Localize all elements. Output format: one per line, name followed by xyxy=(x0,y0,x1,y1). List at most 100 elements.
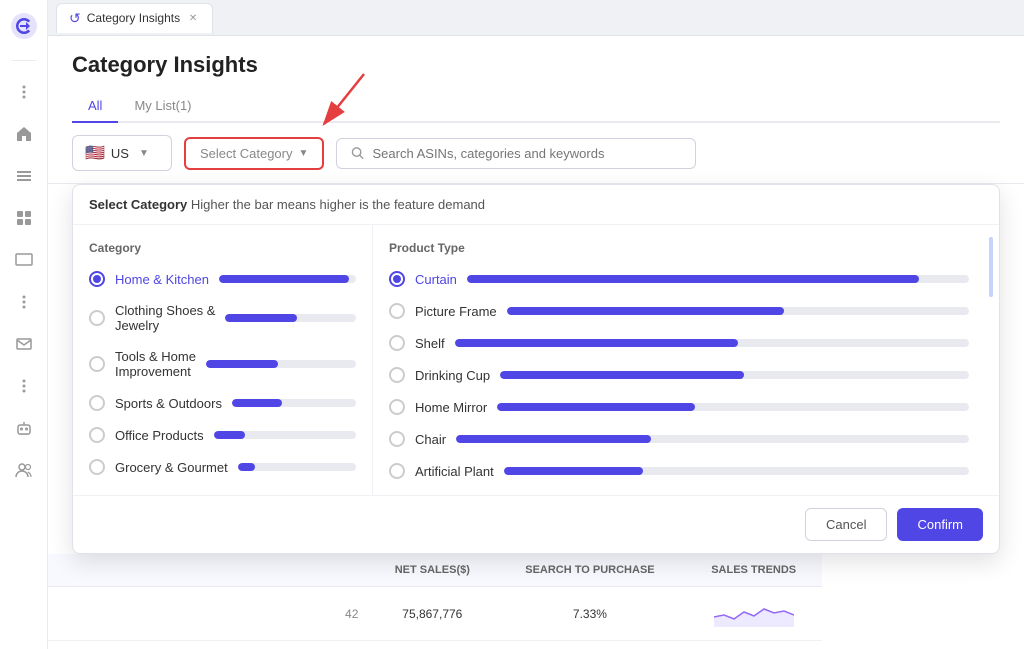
tab-all[interactable]: All xyxy=(72,90,118,123)
product-type-picture-frame[interactable]: Picture Frame xyxy=(373,295,985,327)
product-type-curtain[interactable]: Curtain xyxy=(373,263,985,295)
dropdown-columns: Category Home & Kitchen Clothing Shoes &… xyxy=(73,225,999,495)
bar-chair xyxy=(456,435,969,443)
partial-search-purchase-1: 7.33% xyxy=(494,587,685,641)
product-type-chair[interactable]: Chair xyxy=(373,423,985,455)
table-row: 36 11,479,402 3.99% xyxy=(48,641,1024,649)
category-label-sports: Sports & Outdoors xyxy=(115,396,222,411)
category-col-header: Category xyxy=(73,233,372,263)
bar-home-kitchen xyxy=(219,275,356,283)
product-label-curtain: Curtain xyxy=(415,272,457,287)
sidebar-divider-1 xyxy=(12,60,36,61)
sidebar-icon-robot[interactable] xyxy=(13,417,35,439)
search-input[interactable] xyxy=(373,146,682,161)
dropdown-footer: Cancel Confirm xyxy=(73,495,999,553)
category-item-home-kitchen[interactable]: Home & Kitchen xyxy=(73,263,372,295)
tab-refresh-icon: ↺ xyxy=(69,10,81,27)
bar-home-mirror xyxy=(497,403,969,411)
page-title: Category Insights xyxy=(72,52,1000,78)
sidebar-icon-home[interactable] xyxy=(13,123,35,145)
radio-drinking-cup xyxy=(389,367,405,383)
product-label-chair: Chair xyxy=(415,432,446,447)
tab-my-list[interactable]: My List(1) xyxy=(118,90,207,123)
bar-artificial-plant xyxy=(504,467,969,475)
bar-sports xyxy=(232,399,356,407)
col-header-net-sales: NET SALES($) xyxy=(370,554,494,587)
product-label-artificial-plant: Artificial Plant xyxy=(415,464,494,479)
radio-picture-frame xyxy=(389,303,405,319)
category-selector[interactable]: Select Category ▼ xyxy=(184,137,324,170)
flag-icon: 🇺🇸 xyxy=(85,143,105,163)
partial-net-sales-2: 11,479,402 xyxy=(370,641,494,649)
product-type-artificial-plant[interactable]: Artificial Plant xyxy=(373,455,985,487)
category-item-sports[interactable]: Sports & Outdoors xyxy=(73,387,372,419)
search-icon xyxy=(351,146,364,160)
bar-picture-frame xyxy=(507,307,969,315)
sidebar-icon-dots-1[interactable] xyxy=(13,81,35,103)
bar-drinking-cup xyxy=(500,371,969,379)
sidebar-icon-mail[interactable] xyxy=(13,333,35,355)
sidebar-icon-dots-3[interactable] xyxy=(13,375,35,397)
category-item-clothing[interactable]: Clothing Shoes &Jewelry xyxy=(73,295,372,341)
partial-net-sales-1: 75,867,776 xyxy=(370,587,494,641)
cancel-button[interactable]: Cancel xyxy=(805,508,887,541)
category-dropdown: Select Category Higher the bar means hig… xyxy=(72,184,1000,554)
radio-grocery xyxy=(89,459,105,475)
sidebar-icon-list[interactable] xyxy=(13,165,35,187)
radio-tools xyxy=(89,356,105,372)
confirm-button[interactable]: Confirm xyxy=(897,508,983,541)
radio-curtain xyxy=(389,271,405,287)
partial-search-purchase-2: 3.99% xyxy=(494,641,685,649)
product-label-shelf: Shelf xyxy=(415,336,445,351)
bar-tools xyxy=(206,360,356,368)
sidebar-icon-users[interactable] xyxy=(13,459,35,481)
category-placeholder: Select Category xyxy=(200,146,293,161)
radio-home-kitchen xyxy=(89,271,105,287)
tab-close-button[interactable]: ✕ xyxy=(186,11,200,25)
category-item-office[interactable]: Office Products xyxy=(73,419,372,451)
sidebar xyxy=(0,0,48,649)
partial-col1: 42 xyxy=(48,587,370,641)
product-type-col-header: Product Type xyxy=(373,233,985,263)
table-row: 42 75,867,776 7.33% xyxy=(48,587,1024,641)
category-item-grocery[interactable]: Grocery & Gourmet xyxy=(73,451,372,483)
scrollbar[interactable] xyxy=(989,237,993,297)
category-column: Category Home & Kitchen Clothing Shoes &… xyxy=(73,225,373,495)
radio-clothing xyxy=(89,310,105,326)
product-type-home-mirror[interactable]: Home Mirror xyxy=(373,391,985,423)
toolbar: 🇺🇸 US ▼ xyxy=(48,123,1024,184)
category-item-tools[interactable]: Tools & HomeImprovement xyxy=(73,341,372,387)
radio-shelf xyxy=(389,335,405,351)
data-table: NET SALES($) SEARCH TO PURCHASE SALES TR… xyxy=(48,554,1024,649)
product-label-picture-frame: Picture Frame xyxy=(415,304,497,319)
sidebar-icon-monitor[interactable] xyxy=(13,249,35,271)
sidebar-icon-dots-2[interactable] xyxy=(13,291,35,313)
app-logo[interactable] xyxy=(10,12,38,40)
page: Category Insights All My List(1) 🇺🇸 US ▼ xyxy=(48,36,1024,649)
main-content: ↺ Category Insights ✕ Category Insights … xyxy=(48,0,1024,649)
col-header-product xyxy=(173,554,371,587)
page-header: Category Insights All My List(1) xyxy=(48,36,1024,123)
bar-shelf xyxy=(455,339,969,347)
page-tabs: All My List(1) xyxy=(72,90,1000,123)
product-type-column: Product Type Curtain Picture Frame xyxy=(373,225,985,495)
dropdown-header: Select Category Higher the bar means hig… xyxy=(73,185,999,225)
sidebar-icon-grid[interactable] xyxy=(13,207,35,229)
product-label-home-mirror: Home Mirror xyxy=(415,400,487,415)
category-label-home-kitchen: Home & Kitchen xyxy=(115,272,209,287)
col-header-search-purchase: SEARCH TO PURCHASE xyxy=(494,554,685,587)
col-header-sales-trends: SALES TRENDS xyxy=(686,554,822,587)
product-type-shelf[interactable]: Shelf xyxy=(373,327,985,359)
tab-category-insights[interactable]: ↺ Category Insights ✕ xyxy=(56,3,213,33)
product-type-drinking-cup[interactable]: Drinking Cup xyxy=(373,359,985,391)
scrollbar-area xyxy=(985,225,999,495)
category-chevron-icon: ▼ xyxy=(299,148,309,159)
tab-bar: ↺ Category Insights ✕ xyxy=(48,0,1024,36)
search-bar xyxy=(336,138,696,169)
radio-home-mirror xyxy=(389,399,405,415)
country-label: US xyxy=(111,146,129,161)
country-selector[interactable]: 🇺🇸 US ▼ xyxy=(72,135,172,171)
category-label-clothing: Clothing Shoes &Jewelry xyxy=(115,303,215,333)
partial-sparkline-1 xyxy=(686,587,822,641)
bar-clothing xyxy=(225,314,356,322)
